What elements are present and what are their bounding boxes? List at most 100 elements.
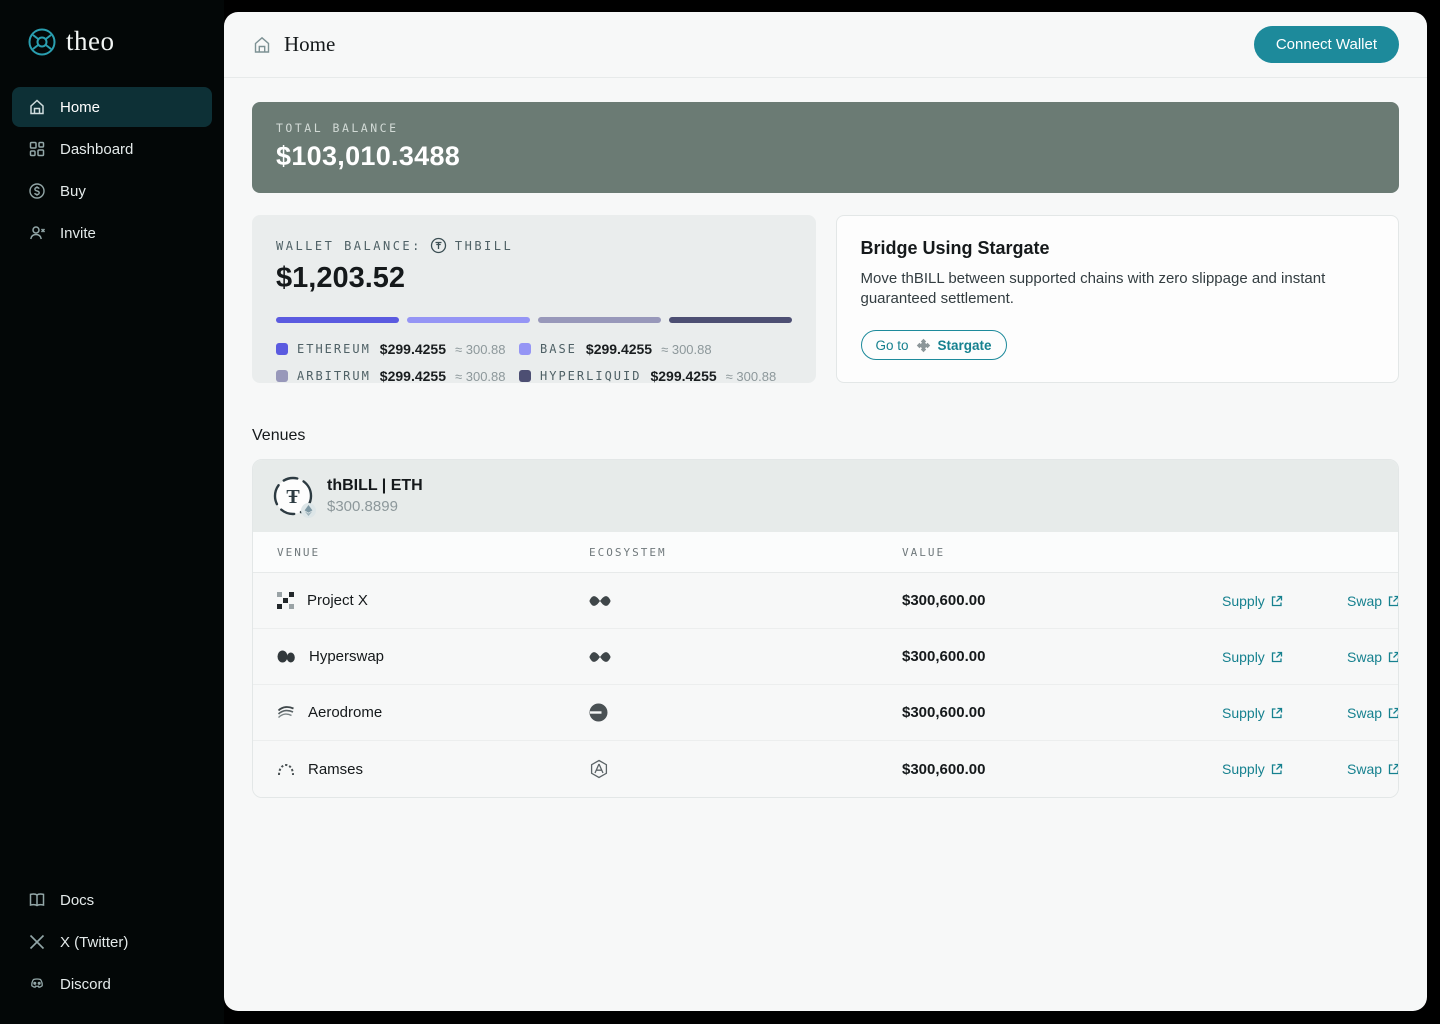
venue-cell: Hyperswap xyxy=(277,648,589,665)
swap-label: Swap xyxy=(1347,648,1383,665)
stargate-label: Stargate xyxy=(937,337,992,353)
chain-approx: ≈ 300.88 xyxy=(661,341,712,357)
sidebar-item-label: X (Twitter) xyxy=(60,933,129,951)
chain-allocation-bar xyxy=(276,317,792,323)
sidebar-item-docs[interactable]: Docs xyxy=(12,880,212,920)
wallet-balance-label: WALLET BALANCE: xyxy=(276,238,422,253)
go-to-label: Go to xyxy=(875,337,909,353)
chain-name: ARBITRUM xyxy=(297,369,371,383)
swap-link[interactable]: Swap xyxy=(1347,592,1398,609)
chain-name: ETHEREUM xyxy=(297,342,371,356)
external-link-icon xyxy=(1271,707,1282,718)
chain-approx: ≈ 300.88 xyxy=(454,341,506,357)
hyperliquid-ecosystem-icon xyxy=(589,592,902,610)
aerodrome-icon xyxy=(277,705,295,720)
swap-link[interactable]: Swap xyxy=(1347,761,1398,777)
stargate-icon xyxy=(916,338,931,353)
pair-name: thBILL | ETH xyxy=(327,477,423,494)
column-ecosystem: ECOSYSTEM xyxy=(589,545,667,559)
chain-value: $299.4255 xyxy=(650,368,717,384)
x-twitter-icon xyxy=(28,933,46,951)
supply-label: Supply xyxy=(1222,648,1265,665)
external-link-icon xyxy=(1388,595,1398,606)
swap-label: Swap xyxy=(1347,761,1383,777)
sidebar-item-label: Docs xyxy=(60,891,95,909)
sidebar: theo Home Dashboard Buy Invite Docs X (T… xyxy=(0,0,224,1024)
table-row: Ramses $300,600.00 Supply Swap xyxy=(253,741,1398,797)
sidebar-item-label: Invite xyxy=(60,224,96,242)
venue-name: Ramses xyxy=(308,760,364,778)
connect-wallet-button[interactable]: Connect Wallet xyxy=(1253,26,1399,63)
home-icon xyxy=(252,35,272,55)
venue-name: Project X xyxy=(307,592,368,609)
sidebar-item-twitter[interactable]: X (Twitter) xyxy=(12,922,212,962)
supply-link[interactable]: Supply xyxy=(1222,705,1283,721)
chain-value: $299.4255 xyxy=(379,341,446,357)
hyperswap-icon xyxy=(277,649,296,664)
sidebar-item-buy[interactable]: Buy xyxy=(12,171,212,211)
external-link-icon xyxy=(1271,651,1282,662)
venue-value: $300,600.00 xyxy=(902,704,986,721)
dollar-circle-icon xyxy=(28,182,46,200)
go-to-stargate-button[interactable]: Go to Stargate xyxy=(860,330,1007,360)
sidebar-item-invite[interactable]: Invite xyxy=(12,213,212,253)
chain-approx: ≈ 300.88 xyxy=(725,368,777,384)
pair-price: $300.8899 xyxy=(327,498,398,515)
total-balance-card: TOTAL BALANCE $103,010.3488 xyxy=(252,102,1399,193)
external-link-icon xyxy=(1388,763,1398,775)
column-venue: VENUE xyxy=(277,545,321,559)
external-link-icon xyxy=(1271,763,1282,775)
brand-name: theo xyxy=(66,26,115,56)
sidebar-item-dashboard[interactable]: Dashboard xyxy=(12,129,212,169)
sidebar-item-home[interactable]: Home xyxy=(12,87,212,127)
supply-link[interactable]: Supply xyxy=(1222,593,1283,609)
swap-link[interactable]: Swap xyxy=(1347,705,1398,721)
venues-card: Ŧ thBILL | ETH $300.8899 VENUE ECOSYSTEM… xyxy=(252,459,1399,798)
bar-segment-ethereum xyxy=(276,317,399,323)
external-link-icon xyxy=(1271,595,1282,606)
legend-item-ethereum: ETHEREUM $299.4255 ≈ 300.88 xyxy=(276,341,519,357)
chain-value: $299.4255 xyxy=(585,341,653,357)
venue-cell: Aerodrome xyxy=(277,704,589,721)
swap-label: Swap xyxy=(1347,592,1383,609)
content: TOTAL BALANCE $103,010.3488 WALLET BALAN… xyxy=(224,78,1427,822)
eth-mini-icon xyxy=(301,503,316,518)
legend-item-hyperliquid: HYPERLIQUID $299.4255 ≈ 300.88 xyxy=(519,368,792,384)
discord-icon xyxy=(28,975,46,993)
sidebar-nav: Home Dashboard Buy Invite xyxy=(12,87,212,253)
supply-label: Supply xyxy=(1222,761,1265,777)
breadcrumb: Home xyxy=(252,32,335,57)
venue-name: Hyperswap xyxy=(309,648,385,665)
supply-link[interactable]: Supply xyxy=(1222,761,1283,777)
brand-logo[interactable]: theo xyxy=(12,26,212,57)
chain-name: HYPERLIQUID xyxy=(540,369,642,383)
chain-approx: ≈ 300.88 xyxy=(454,368,506,384)
project-x-icon xyxy=(277,592,294,609)
chain-legend: ETHEREUM $299.4255 ≈ 300.88 BASE $299.42… xyxy=(276,341,792,384)
sidebar-item-label: Home xyxy=(60,98,101,116)
hyperliquid-ecosystem-icon xyxy=(589,648,902,666)
legend-item-arbitrum: ARBITRUM $299.4255 ≈ 300.88 xyxy=(276,368,519,384)
swap-link[interactable]: Swap xyxy=(1347,648,1398,665)
venues-table-header: VENUE ECOSYSTEM VALUE xyxy=(253,532,1398,573)
pair-info: thBILL | ETH $300.8899 xyxy=(327,477,423,515)
cards-row: WALLET BALANCE: THBILL $1,203.52 ETHEREU… xyxy=(252,215,1399,384)
wallet-balance-value: $1,203.52 xyxy=(276,262,406,294)
bridge-description: Move thBILL between supported chains wit… xyxy=(860,270,1326,308)
bridge-title: Bridge Using Stargate xyxy=(860,238,1050,258)
venue-name: Aerodrome xyxy=(308,704,383,721)
thbill-token-icon xyxy=(430,237,447,254)
dashboard-icon xyxy=(28,140,46,158)
external-link-icon xyxy=(1388,651,1398,662)
sidebar-item-label: Buy xyxy=(60,182,86,200)
hyperliquid-color-chip xyxy=(519,370,531,382)
sidebar-item-discord[interactable]: Discord xyxy=(12,964,212,1004)
wallet-token-label: THBILL xyxy=(454,238,514,253)
venues-heading: Venues xyxy=(252,427,306,444)
column-value: VALUE xyxy=(902,545,946,559)
supply-link[interactable]: Supply xyxy=(1222,649,1283,665)
chain-name: BASE xyxy=(540,342,577,356)
venue-cell: Ramses xyxy=(277,761,589,778)
table-row: Aerodrome $300,600.00 Supply Swap xyxy=(253,685,1398,741)
main-panel: Home Connect Wallet TOTAL BALANCE $103,0… xyxy=(224,12,1427,1011)
